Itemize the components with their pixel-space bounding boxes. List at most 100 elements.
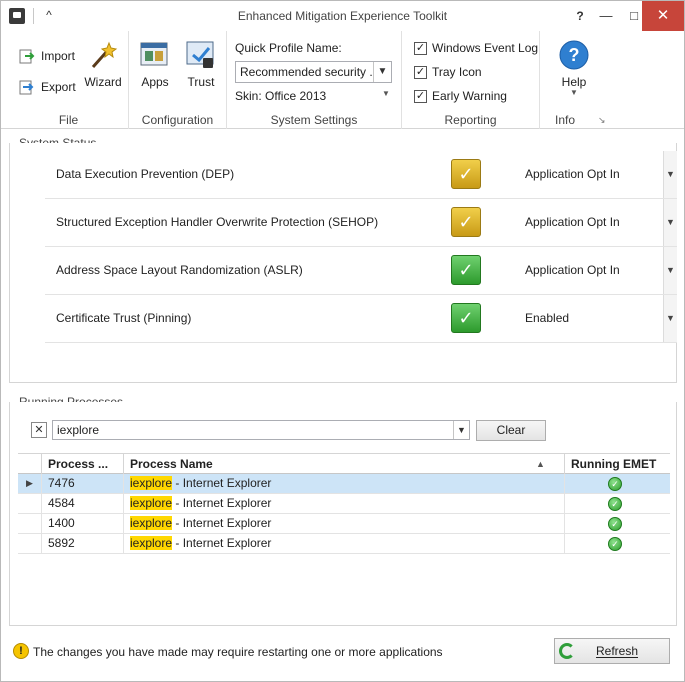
reporting-group-label: Reporting [444, 113, 497, 127]
status-name: Address Space Layout Randomization (ASLR… [56, 263, 303, 277]
status-dropdown-icon[interactable]: ▼ [663, 247, 677, 294]
checkbox-checked-icon: ✓ [414, 90, 427, 103]
trust-button[interactable]: Trust [179, 39, 223, 89]
table-row[interactable]: 4584 iexplore - Internet Explorer ✓ [18, 494, 670, 514]
skin-label: Skin: Office 2013 [235, 89, 327, 103]
title-bar: ^ Enhanced Mitigation Experience Toolkit… [1, 1, 684, 31]
chevron-down-icon[interactable]: ▼ [373, 62, 391, 82]
status-dropdown-icon[interactable]: ▼ [663, 199, 677, 246]
quick-profile-value: Recommended security ... [240, 65, 380, 79]
row-indicator [18, 534, 42, 553]
process-grid: Process ... Process Name ▲ Running EMET … [18, 453, 670, 554]
import-label: Import [41, 49, 76, 63]
help-icon: ? [558, 39, 590, 71]
trust-label: Trust [187, 75, 215, 89]
clear-filter-icon[interactable]: ✕ [31, 422, 47, 438]
status-value: Application Opt In [525, 215, 620, 229]
process-name-text: - Internet Explorer [172, 536, 272, 550]
ribbon-group-reporting: ✓ Windows Event Log ✓ Tray Icon ✓ Early … [402, 31, 540, 129]
skin-dropdown-icon[interactable]: ▼ [382, 89, 390, 98]
status-row: Address Space Layout Randomization (ASLR… [45, 247, 677, 295]
import-button[interactable]: Import [17, 45, 75, 67]
apps-label: Apps [141, 75, 169, 89]
row-indicator: ▶ [18, 474, 42, 493]
checkbox-checked-icon: ✓ [414, 42, 427, 55]
apps-button[interactable]: Apps [133, 39, 177, 89]
windows-event-log-checkbox[interactable]: ✓ Windows Event Log [414, 39, 538, 57]
table-row[interactable]: 1400 iexplore - Internet Explorer ✓ [18, 514, 670, 534]
process-name-cell: iexplore - Internet Explorer [124, 514, 565, 533]
table-row[interactable]: 5892 iexplore - Internet Explorer ✓ [18, 534, 670, 554]
status-name: Data Execution Prevention (DEP) [56, 167, 235, 181]
ribbon-group-file: Import Export Wizard File [9, 31, 129, 129]
status-value: Application Opt In [525, 263, 620, 277]
checkbox-checked-icon: ✓ [414, 66, 427, 79]
status-warning-check-icon: ✓ [451, 207, 481, 237]
clear-button[interactable]: Clear [476, 420, 546, 441]
ribbon-group-configuration: Apps Trust Configuration [129, 31, 227, 129]
warning-icon: ! [13, 643, 29, 659]
tray-icon-label: Tray Icon [432, 65, 482, 79]
quick-profile-select[interactable]: Recommended security ... ▼ [235, 61, 392, 83]
help-ribbon-button[interactable]: ? Help ▼ [552, 39, 596, 97]
process-name-cell: iexplore - Internet Explorer [124, 494, 565, 513]
column-header-process-name[interactable]: Process Name [124, 454, 565, 474]
dialog-launcher-icon[interactable]: ↘ [598, 115, 606, 126]
early-warning-label: Early Warning [432, 89, 507, 103]
wizard-label: Wizard [84, 75, 122, 89]
status-value: Application Opt In [525, 167, 620, 181]
early-warning-checkbox[interactable]: ✓ Early Warning [414, 87, 507, 105]
search-match-highlight: iexplore [130, 496, 173, 510]
export-button[interactable]: Export [17, 76, 76, 98]
emet-running-icon: ✓ [608, 517, 622, 531]
column-header-running-emet[interactable]: Running EMET [565, 454, 670, 474]
row-indicator [18, 494, 42, 513]
wizard-icon [87, 39, 119, 71]
refresh-label: Refresh [595, 644, 639, 658]
process-name-cell: iexplore - Internet Explorer [124, 474, 565, 493]
help-button[interactable]: ? [566, 1, 594, 31]
system-settings-group-label: System Settings [270, 113, 358, 127]
status-dropdown-icon[interactable]: ▼ [663, 295, 677, 342]
file-group-label: File [58, 113, 79, 127]
status-row: Certificate Trust (Pinning) ✓ Enabled ▼ [45, 295, 677, 343]
chevron-down-icon[interactable]: ▼ [453, 421, 469, 439]
sort-ascending-icon: ▲ [536, 459, 545, 469]
svg-text:?: ? [569, 45, 580, 65]
process-id-cell: 7476 [42, 474, 124, 493]
search-match-highlight: iexplore [130, 536, 173, 550]
status-name: Certificate Trust (Pinning) [56, 311, 192, 325]
table-row[interactable]: ▶ 7476 iexplore - Internet Explorer ✓ [18, 474, 670, 494]
skin-select[interactable]: Skin: Office 2013 [235, 89, 326, 103]
refresh-button[interactable]: Refresh [554, 638, 670, 664]
close-button[interactable]: ✕ [642, 1, 684, 31]
emet-running-icon: ✓ [608, 477, 622, 491]
process-id-cell: 4584 [42, 494, 124, 513]
current-row-icon: ▶ [26, 478, 33, 488]
process-name-text: - Internet Explorer [172, 496, 272, 510]
process-id-cell: 5892 [42, 534, 124, 553]
status-row: Structured Exception Handler Overwrite P… [45, 199, 677, 247]
process-name-cell: iexplore - Internet Explorer [124, 534, 565, 553]
ribbon-group-info: ? Help ▼ Info ↘ [540, 31, 612, 129]
process-filter-input[interactable]: iexplore ▼ [52, 420, 470, 440]
status-ok-check-icon: ✓ [451, 303, 481, 333]
column-header-process-id[interactable]: Process ... [42, 454, 124, 474]
status-ok-check-icon: ✓ [451, 255, 481, 285]
status-dropdown-icon[interactable]: ▼ [663, 151, 677, 198]
status-warning-check-icon: ✓ [451, 159, 481, 189]
row-indicator [18, 514, 42, 533]
tray-icon-checkbox[interactable]: ✓ Tray Icon [414, 63, 482, 81]
process-id-cell: 1400 [42, 514, 124, 533]
help-label: Help [561, 75, 587, 89]
minimize-button[interactable]: — [592, 1, 620, 31]
emet-running-icon: ✓ [608, 497, 622, 511]
emet-running-icon: ✓ [608, 537, 622, 551]
process-name-text: - Internet Explorer [172, 476, 272, 490]
wizard-button[interactable]: Wizard [81, 39, 125, 89]
help-dropdown-icon[interactable]: ▼ [552, 89, 596, 97]
info-group-label: Info [554, 113, 575, 127]
search-match-highlight: iexplore [130, 516, 173, 530]
configuration-group-label: Configuration [141, 113, 214, 127]
apps-icon [139, 39, 171, 71]
